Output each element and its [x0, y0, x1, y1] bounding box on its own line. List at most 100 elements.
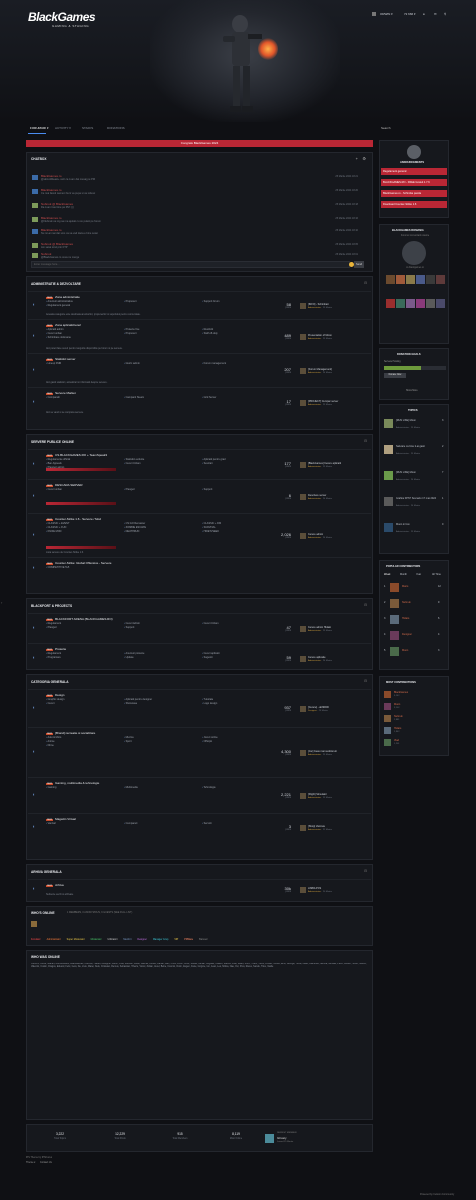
- nav-staffs[interactable]: Staffs: [82, 126, 93, 130]
- nav-search[interactable]: Search: [381, 126, 391, 130]
- contributor-name[interactable]: Hidato: [402, 617, 409, 620]
- last-post-title[interactable]: [BlackGames] Cerere aplicatii: [308, 462, 341, 465]
- subforum-name[interactable]: Cereri Unban: [126, 462, 141, 465]
- last-post-author[interactable]: Administrator: [308, 754, 321, 756]
- team-member-avatar[interactable]: [436, 299, 445, 308]
- footer-credit[interactable]: IPS Theme by IPSFocus: [26, 1156, 52, 1159]
- forum-title[interactable]: NEW Statistici server: [46, 357, 75, 361]
- team-member-avatar[interactable]: [416, 275, 425, 284]
- subforum-name[interactable]: Gaming: [48, 786, 57, 789]
- contributor-avatar[interactable]: [390, 647, 399, 656]
- forum-row[interactable]: ◖ NEW Proiecte ▪ Regulament ▪ Anunturi proie…: [28, 643, 371, 673]
- footer-contact-link[interactable]: Contact Us: [40, 1161, 52, 1164]
- subforum-name[interactable]: Cereri unban: [48, 488, 62, 491]
- subforum-link[interactable]: ▪ Support forum: [202, 300, 280, 304]
- recent-name[interactable]: Hidato: [394, 727, 401, 730]
- chatbox-settings-icon[interactable]: ⚙: [362, 156, 366, 161]
- subforum-name[interactable]: Cumparari: [126, 822, 138, 825]
- contributor-name[interactable]: Moon: [402, 649, 408, 652]
- last-post-author[interactable]: Administrator: [308, 537, 321, 539]
- nav-activity[interactable]: Activity ▾: [55, 126, 71, 130]
- team-member-avatar[interactable]: [406, 275, 415, 284]
- subforum-link[interactable]: ▪ Support: [202, 488, 280, 492]
- forum-row[interactable]: ◖ NEW [Brand] recreatie si socializare ▪ Au…: [28, 727, 371, 777]
- section-title[interactable]: Servere publice online: [31, 440, 74, 444]
- announcement-item[interactable]: BlackGames.ro - Schimba parola: [381, 190, 447, 197]
- section-title[interactable]: Categoria Generala: [31, 680, 69, 684]
- forum-title-text[interactable]: Servere Market: [55, 391, 76, 395]
- team-member-avatar[interactable]: [386, 299, 395, 308]
- forum-title-text[interactable]: Statistici server: [55, 357, 75, 361]
- group-legend-item[interactable]: Banned: [199, 938, 207, 941]
- forum-title-text[interactable]: BLACKFORT ARENA (BLACKGAMES.RO): [55, 617, 113, 621]
- subforum-name[interactable]: COMPETITIVE 5v5: [48, 566, 70, 569]
- last-post-title[interactable]: Cerere admin: [308, 533, 323, 536]
- subforum-link[interactable]: ▪ Gaming: [46, 786, 124, 790]
- last-post-title[interactable]: Descriere server: [308, 494, 326, 497]
- subforum-name[interactable]: Showcase: [126, 702, 138, 705]
- user-avatar[interactable]: [372, 12, 376, 17]
- last-post-title[interactable]: [PROJECT] Cumpar server: [308, 400, 338, 403]
- last-post-title[interactable]: [INFO] - Schimbari: [308, 303, 329, 306]
- announcement-item[interactable]: BLACKGAMES.RO - FREE Gratuit 1.7.6: [381, 179, 447, 186]
- subforum-name[interactable]: CS:GO Remaster: [126, 522, 146, 525]
- last-post-avatar[interactable]: [300, 626, 306, 632]
- contributor-avatar[interactable]: [390, 583, 399, 592]
- forum-title-text[interactable]: Proiecte: [55, 647, 66, 651]
- recent-avatar[interactable]: [384, 691, 391, 698]
- forum-title-text[interactable]: Zona aplicatii/cereri: [55, 323, 81, 327]
- newest-member-name[interactable]: Ghosty: [277, 1136, 287, 1140]
- group-legend-item[interactable]: Administrator: [47, 938, 61, 941]
- subforum-name[interactable]: Regulament: [48, 652, 61, 655]
- forum-title-text[interactable]: Design: [55, 693, 64, 697]
- collapse-icon[interactable]: ⊟: [364, 679, 367, 683]
- recent-name[interactable]: Nubnuk: [394, 715, 403, 718]
- last-post-title[interactable]: Cerere aplicatie: [308, 656, 326, 659]
- group-legend-item[interactable]: Membri: [123, 938, 131, 941]
- subforum-name[interactable]: Programare: [48, 656, 61, 659]
- subforum-name[interactable]: Campanii Steam: [126, 396, 144, 399]
- subforum-link[interactable]: ▪ Cereri Unban: [124, 462, 202, 466]
- topic-avatar[interactable]: [384, 523, 393, 532]
- subforum-link[interactable]: ▪ Showcase: [124, 702, 202, 706]
- group-legend-item[interactable]: Designer: [137, 938, 147, 941]
- subforum-name[interactable]: Lineup FMR: [48, 362, 62, 365]
- subforum-link[interactable]: ▪ Comparatii: [46, 396, 124, 400]
- recent-avatar[interactable]: [384, 739, 391, 746]
- forum-title[interactable]: NEW Magazin Virtual: [46, 817, 76, 821]
- forum-title-text[interactable]: Counter-Strike 1.6 - Servere / Mod: [55, 517, 101, 521]
- subforum-name[interactable]: Cereri unban: [48, 332, 62, 335]
- topic-title[interactable]: [RUN LIKE] Moon: [396, 471, 440, 474]
- topic-title[interactable]: Salutare ca bine ti-ai gasit: [396, 445, 440, 448]
- forum-title[interactable]: NEW Gaming, multimedia & tehnologie: [46, 781, 99, 785]
- forum-row[interactable]: ◖ NEW Zona aplicatii/cereri ▪ Aplicatii adm…: [28, 319, 371, 353]
- subforum-name[interactable]: Aplicatii pentru designer: [125, 698, 152, 701]
- chat-avatar[interactable]: [32, 217, 38, 222]
- team-member-avatar[interactable]: [416, 299, 425, 308]
- subforum-name[interactable]: Support: [126, 626, 135, 629]
- last-post-title[interactable]: [Joc] Ceas mai neobisnuit: [308, 750, 337, 753]
- last-post-author[interactable]: Designer: [308, 710, 317, 712]
- last-post-avatar[interactable]: [300, 400, 306, 406]
- mail-icon[interactable]: ✉: [434, 12, 437, 16]
- who-was-online-list[interactable]: ORWIN, Cezar, Marian, Administrator, Bla…: [31, 963, 369, 1113]
- subforum-link[interactable]: ▪ Programare: [46, 656, 124, 660]
- team-member-avatar[interactable]: [396, 299, 405, 308]
- team-member-avatar[interactable]: [406, 299, 415, 308]
- subforum-name[interactable]: Restrictii: [204, 328, 214, 331]
- group-legend-item[interactable]: Moderator: [91, 938, 102, 941]
- announcement-banner[interactable]: Congrats BlackGames 2024: [26, 140, 373, 147]
- subforum-name[interactable]: Anunturi administrative: [47, 300, 72, 303]
- last-post-author[interactable]: Administrator: [308, 498, 321, 500]
- subforum-link[interactable]: ▪ Plangeri: [124, 488, 202, 492]
- forum-title[interactable]: NEW Servere Market: [46, 391, 76, 395]
- subforum-link[interactable]: ▪ Servicii: [202, 822, 280, 826]
- whos-online-summary[interactable]: 1 MEMBERS, 0 ANONYMOUS, 9 GUESTS (SEE FU…: [67, 911, 132, 914]
- forum-row[interactable]: ◖ NEW CS.BLACKGAMES.RO + TeamSpeak3 ▪ Regul…: [28, 449, 371, 479]
- team-member-avatar[interactable]: [386, 275, 395, 284]
- subforum-link[interactable]: ▪ Campanii Steam: [124, 396, 202, 400]
- subforum-name[interactable]: Ban Appeals: [48, 462, 62, 465]
- contributors-tab[interactable]: Month: [400, 573, 407, 576]
- subforum-name[interactable]: CLASSIC + DM: [204, 522, 221, 525]
- subforum-link[interactable]: ▪ COMPETITIVE 5v5: [46, 566, 124, 570]
